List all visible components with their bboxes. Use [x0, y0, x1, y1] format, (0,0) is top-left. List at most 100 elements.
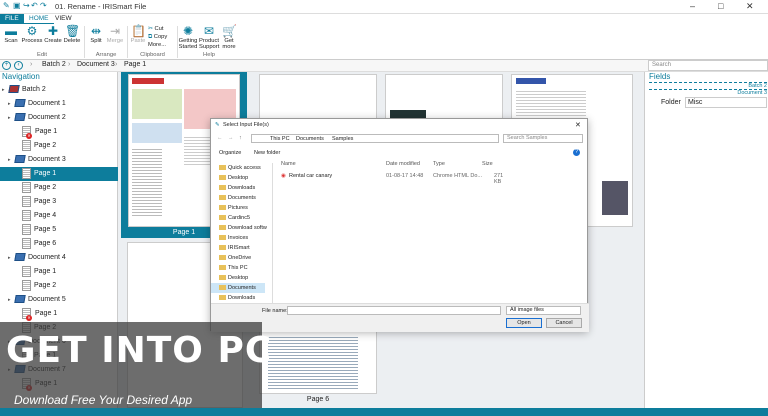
quick-access-label: OneDrive [228, 255, 252, 261]
search-input[interactable]: Search [648, 60, 768, 71]
column-date[interactable]: Date modified [386, 161, 420, 167]
tree-item-label: Page 1 [34, 268, 57, 275]
breadcrumb-page[interactable]: Page 1 [124, 61, 146, 68]
redo-icon[interactable]: ↪ [23, 1, 30, 10]
get-more-button[interactable]: 🛒 Get more [220, 25, 238, 50]
tree-page-item[interactable]: ✕Page 1 [0, 125, 118, 139]
file-dialog: ✎ Select Input File(s) ✕ ← → ↑ This PC D… [210, 118, 589, 332]
minimize-icon[interactable]: – [690, 1, 695, 11]
page-icon [22, 237, 31, 249]
tree-page-item[interactable]: Page 3 [0, 195, 118, 209]
tree-document-item[interactable]: ▸ Document 2 [0, 111, 118, 125]
cancel-button[interactable]: Cancel [546, 318, 582, 328]
scanner-icon: ▬ [5, 24, 17, 38]
tab-view[interactable]: VIEW [50, 14, 77, 24]
chevron-right-icon: › [115, 61, 118, 68]
status-bar [0, 408, 768, 416]
file-size: 271 KB [494, 173, 504, 185]
quick-access-item[interactable]: Downloads [211, 293, 265, 303]
back-arrow-icon[interactable]: ← [217, 135, 223, 141]
tree-document-item[interactable]: ▸ Document 1 [0, 97, 118, 111]
undo-icon-2[interactable]: ↷ [40, 1, 47, 10]
paste-button[interactable]: 📋 Paste [129, 25, 147, 44]
column-name[interactable]: Name [281, 161, 296, 167]
tab-file[interactable]: FILE [0, 14, 24, 24]
path-this-pc[interactable]: This PC [270, 136, 290, 142]
quick-access-item[interactable]: OneDrive [211, 253, 265, 263]
split-button[interactable]: ⇹ Split [87, 25, 105, 44]
tree-document-item[interactable]: ▸ Document 3 [0, 153, 118, 167]
up-arrow-icon[interactable]: ↑ [239, 135, 242, 141]
quick-access-item[interactable]: Documents [211, 283, 265, 293]
chrome-icon: ◉ [281, 173, 286, 179]
maximize-icon[interactable]: □ [718, 1, 723, 11]
column-type[interactable]: Type [433, 161, 445, 167]
save-icon[interactable]: ▣ [13, 1, 21, 10]
quick-access-item[interactable]: Desktop [211, 173, 265, 183]
organize-button[interactable]: Organize [219, 150, 241, 156]
getting-started-button[interactable]: ✺ Getting Started [178, 25, 198, 50]
more-clipboard-button[interactable]: More... [148, 41, 166, 49]
tree-page-item[interactable]: Page 2 [0, 181, 118, 195]
tree-page-item[interactable]: Page 2 [0, 139, 118, 153]
tree-page-item[interactable]: Page 5 [0, 223, 118, 237]
column-size[interactable]: Size [482, 161, 493, 167]
new-folder-button[interactable]: New folder [254, 150, 280, 156]
file-row[interactable]: ◉ Rental car canary 01-08-17 14:48 Chrom… [281, 172, 511, 185]
tree-page-item[interactable]: Page 4 [0, 209, 118, 223]
path-bar[interactable]: This PC Documents Samples [251, 134, 499, 143]
tree-document-item[interactable]: ▸ Document 4 [0, 251, 118, 265]
undo-icon[interactable]: ↶ [31, 1, 38, 10]
path-documents[interactable]: Documents [296, 136, 324, 142]
scan-button[interactable]: ▬ Scan [2, 25, 20, 44]
breadcrumb-document[interactable]: Document 3 [77, 61, 115, 68]
add-circle-icon[interactable]: + [2, 61, 11, 70]
tree-document-item[interactable]: ▸ Document 5 [0, 293, 118, 307]
create-button[interactable]: ✚ Create [44, 25, 62, 44]
tree-page-item[interactable]: Page 1 [0, 265, 118, 279]
quick-access-label: IRISmart [228, 245, 250, 251]
quick-access-item[interactable]: Desktop [211, 273, 265, 283]
copy-button[interactable]: ⧉ Copy [148, 33, 167, 41]
file-type-select[interactable]: All image files [506, 306, 581, 315]
quick-access-item[interactable]: Cardinc5 [211, 213, 265, 223]
quick-access-item[interactable]: Downloads [211, 183, 265, 193]
quick-access-item[interactable]: This PC [211, 263, 265, 273]
tree-page-item[interactable]: ✕Page 1 [0, 307, 118, 321]
copy-icon: ⧉ [148, 34, 153, 40]
open-button[interactable]: Open [506, 318, 542, 328]
tree-page-item[interactable]: Page 2 [0, 279, 118, 293]
product-support-button[interactable]: ✉ Product Support [199, 25, 219, 50]
merge-button[interactable]: ⇥ Merge [106, 25, 124, 44]
folder-field[interactable]: Misc [685, 97, 767, 108]
quick-access-item[interactable]: IRISmart [211, 243, 265, 253]
tree-page-item[interactable]: Page 6 [0, 237, 118, 251]
breadcrumb-batch[interactable]: Batch 2 [42, 61, 66, 68]
help-icon[interactable]: ? [573, 149, 580, 156]
process-button[interactable]: ⚙ Process [21, 25, 43, 44]
forward-arrow-icon[interactable]: → [228, 135, 234, 141]
fields-title: Fields [649, 72, 671, 81]
dialog-title: Select Input File(s) [223, 122, 269, 128]
back-circle-icon[interactable]: ‹ [14, 61, 23, 70]
quick-access-item[interactable]: Invoices [211, 233, 265, 243]
cut-button[interactable]: ✂ Cut [148, 25, 164, 33]
dialog-search-input[interactable]: Search Samples [503, 134, 583, 143]
quick-access-item[interactable]: Pictures [211, 203, 265, 213]
group-edit-label: Edit [37, 52, 47, 58]
dialog-close-icon[interactable]: ✕ [575, 121, 581, 129]
quick-access-label: Downloads [228, 185, 256, 191]
tree-batch-item[interactable]: ▸ Batch 2 [0, 83, 118, 97]
folder-icon [219, 255, 226, 261]
folder-icon [219, 185, 226, 191]
quick-access-item[interactable]: Quick access [211, 163, 265, 173]
path-samples[interactable]: Samples [332, 136, 353, 142]
delete-button[interactable]: 🗑 Delete [63, 25, 81, 44]
tree-page-item[interactable]: Page 1 [0, 167, 118, 181]
close-icon[interactable]: ✕ [746, 1, 754, 12]
lightbulb-icon: ✺ [182, 24, 194, 38]
filename-input[interactable] [287, 306, 501, 315]
quick-access-item[interactable]: Download softw [211, 223, 267, 233]
support-icon: ✉ [203, 24, 215, 38]
quick-access-item[interactable]: Documents [211, 193, 265, 203]
